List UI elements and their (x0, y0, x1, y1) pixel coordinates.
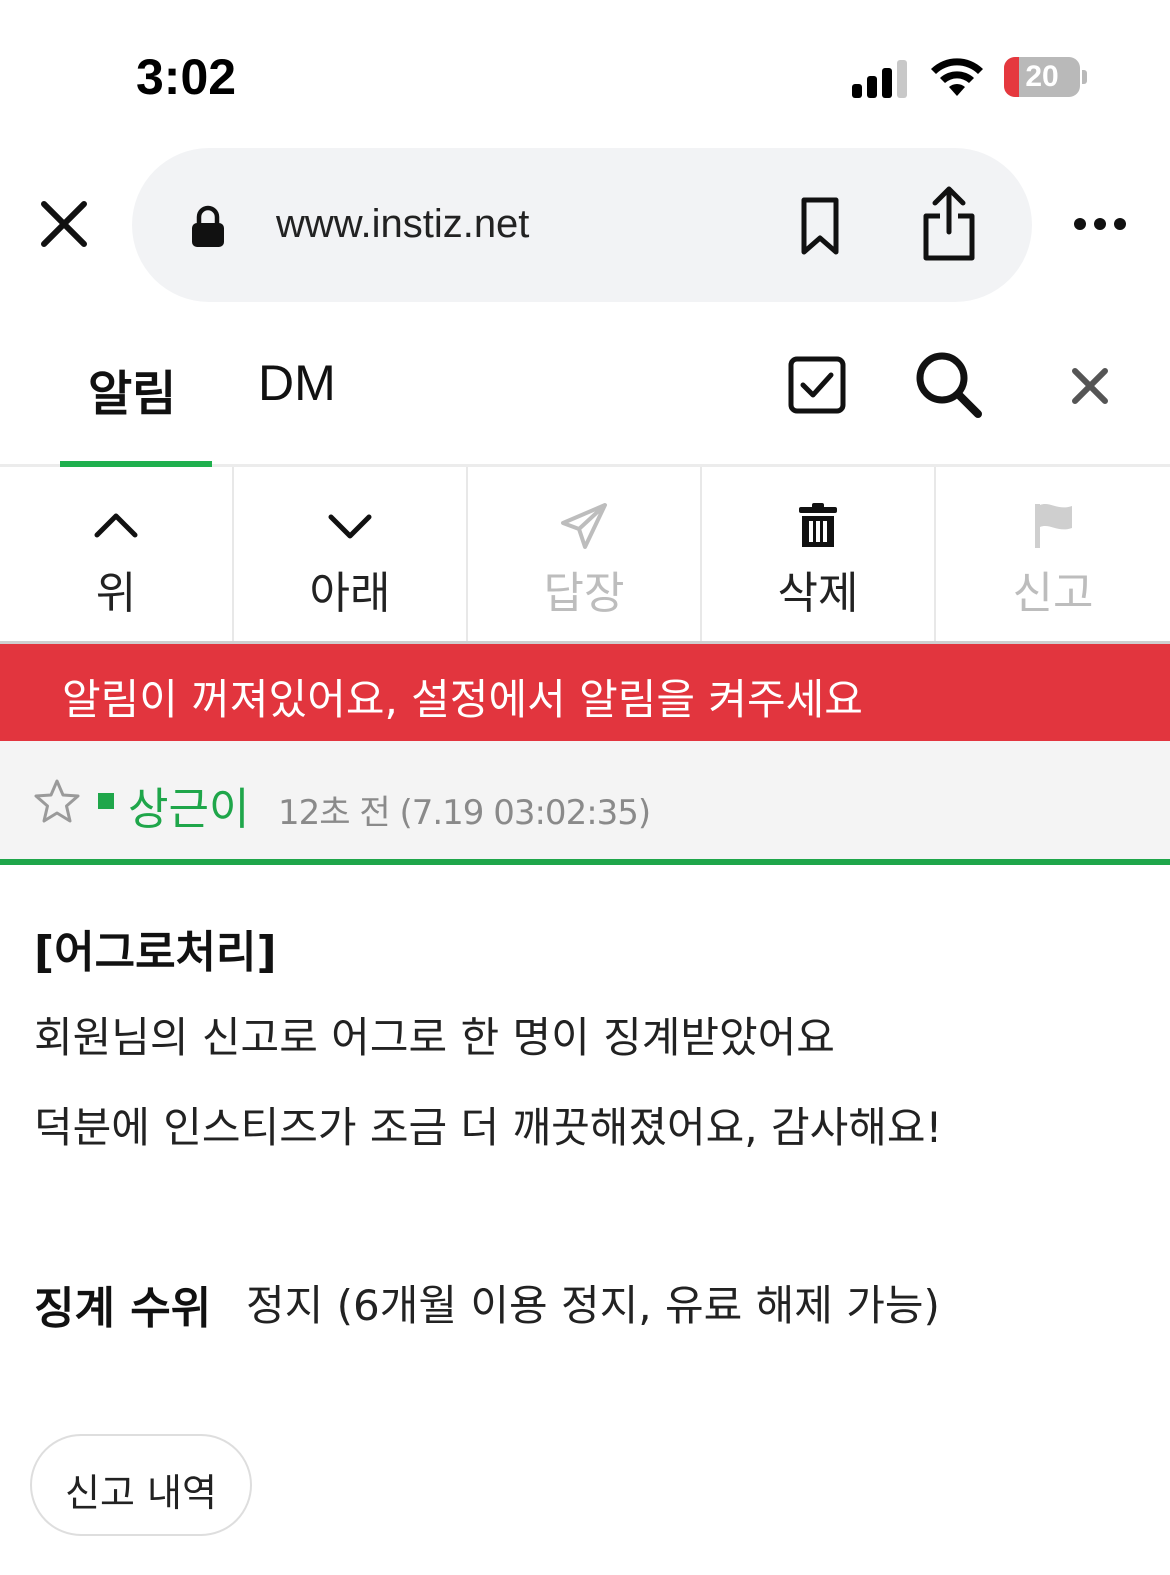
status-bar: 3:02 20 (0, 0, 1170, 140)
message-title: [어그로처리] (34, 927, 277, 978)
down-label: 아래 (309, 568, 391, 619)
url-text[interactable]: www.instiz.net (276, 202, 529, 247)
message-line: 덕분에 인스티즈가 조금 더 깨끗해졌어요, 감사해요! (34, 1103, 943, 1152)
tabs-header: 알림 DM (0, 320, 1170, 467)
chevron-down-icon (328, 514, 372, 539)
report-label: 신고 (1012, 568, 1094, 619)
status-time: 3:02 (136, 49, 237, 105)
address-bar[interactable]: www.instiz.net (132, 148, 1032, 302)
star-icon[interactable] (32, 777, 82, 827)
search-icon[interactable] (914, 350, 984, 420)
browser-bar: www.instiz.net (0, 140, 1170, 310)
reply-label: 답장 (543, 568, 625, 619)
reply-button[interactable]: 답장 (468, 467, 702, 641)
delete-label: 삭제 (777, 568, 859, 619)
bookmark-icon[interactable] (796, 196, 844, 256)
signal-icon (852, 58, 912, 98)
message-timestamp: 12초 전 (7.19 03:02:35) (278, 793, 651, 833)
battery-icon: 20 (1004, 57, 1087, 97)
battery-level: 20 (1025, 60, 1059, 93)
up-label: 위 (95, 568, 137, 619)
delete-button[interactable]: 삭제 (702, 467, 936, 641)
chevron-up-icon (94, 513, 138, 538)
lock-icon (192, 205, 224, 247)
more-icon[interactable] (1072, 216, 1128, 232)
close-icon[interactable] (36, 196, 92, 252)
report-history-label: 신고 내역 (65, 1471, 217, 1515)
tab-notifications[interactable]: 알림 (88, 354, 176, 424)
down-button[interactable]: 아래 (234, 467, 468, 641)
checkbox-icon[interactable] (788, 356, 846, 414)
close-icon[interactable] (1070, 366, 1110, 406)
up-button[interactable]: 위 (0, 467, 234, 641)
message-header: 상근이 12초 전 (7.19 03:02:35) (0, 741, 1170, 865)
alert-text: 알림이 꺼져있어요, 설정에서 알림을 켜주세요 (62, 675, 863, 724)
report-history-button[interactable]: 신고 내역 (30, 1434, 252, 1536)
penalty-value: 정지 (6개월 이용 정지, 유료 해제 가능) (246, 1281, 940, 1330)
flag-icon (1035, 504, 1072, 548)
wifi-icon (931, 58, 983, 96)
trash-icon (799, 503, 837, 547)
report-button[interactable]: 신고 (936, 467, 1170, 641)
sender-name[interactable]: 상근이 (128, 773, 249, 837)
message-toolbar: 위 아래 답장 삭제 신고 (0, 467, 1170, 644)
message-line: 회원님의 신고로 어그로 한 명이 징계받았어요 (34, 1013, 835, 1062)
notification-off-banner[interactable]: 알림이 꺼져있어요, 설정에서 알림을 켜주세요 (0, 644, 1170, 741)
paper-plane-icon (561, 503, 607, 549)
share-icon[interactable] (918, 184, 980, 264)
tab-dm[interactable]: DM (258, 354, 336, 412)
penalty-label: 징계 수위 (34, 1283, 212, 1334)
sender-status-indicator (98, 793, 114, 809)
